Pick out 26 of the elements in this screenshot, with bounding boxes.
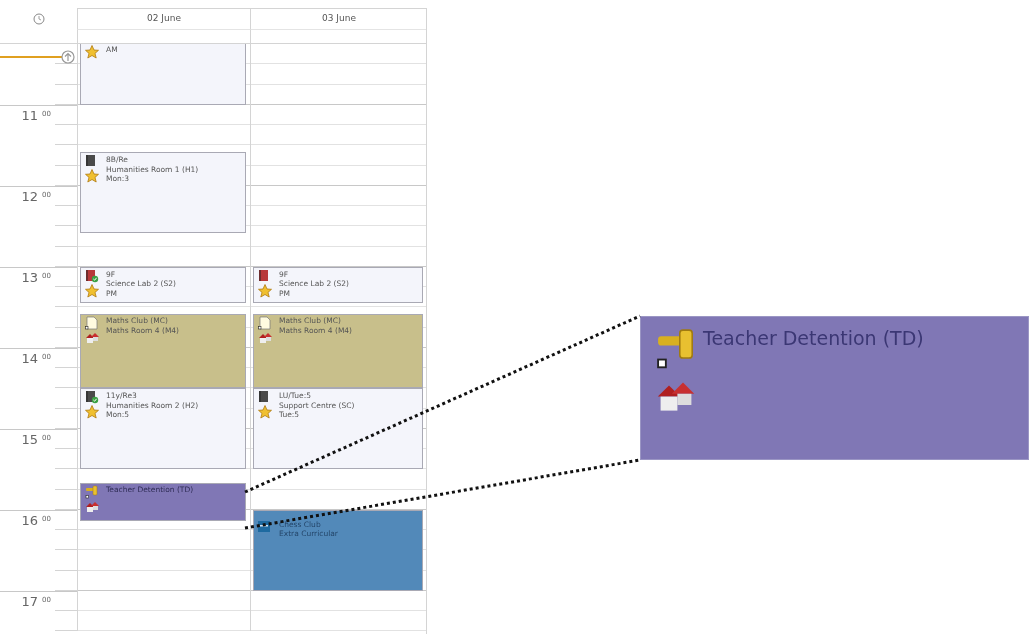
hour-label: 15 $^{00}$ bbox=[21, 432, 51, 446]
gavel-icon bbox=[85, 484, 98, 499]
star-icon bbox=[258, 283, 272, 298]
houses-icon bbox=[85, 499, 99, 513]
gavel-icon bbox=[655, 327, 695, 369]
hour-label: 14 $^{00}$ bbox=[21, 351, 51, 365]
day-header: 02 June bbox=[147, 12, 181, 26]
document-icon bbox=[85, 316, 98, 330]
document-icon bbox=[258, 316, 271, 330]
star-icon bbox=[258, 405, 272, 420]
tag-icon bbox=[258, 519, 270, 533]
day-header: 03 June bbox=[322, 12, 356, 26]
hour-label: 11 $^{00}$ bbox=[21, 108, 51, 122]
star-icon bbox=[85, 169, 99, 183]
star-icon bbox=[85, 283, 99, 298]
houses-icon bbox=[258, 331, 272, 344]
star-icon bbox=[85, 45, 99, 59]
hour-label: 16 $^{00}$ bbox=[21, 513, 51, 527]
hour-label: 17 $^{00}$ bbox=[21, 594, 51, 608]
star-icon bbox=[85, 405, 99, 420]
hour-label: 13 $^{00}$ bbox=[21, 270, 51, 284]
callout-title: Teacher Detention (TD) bbox=[703, 327, 924, 351]
clock-icon bbox=[32, 13, 45, 25]
houses-icon bbox=[85, 331, 99, 344]
current-time-indicator-icon bbox=[0, 50, 76, 64]
hour-label: 12 $^{00}$ bbox=[21, 189, 51, 203]
